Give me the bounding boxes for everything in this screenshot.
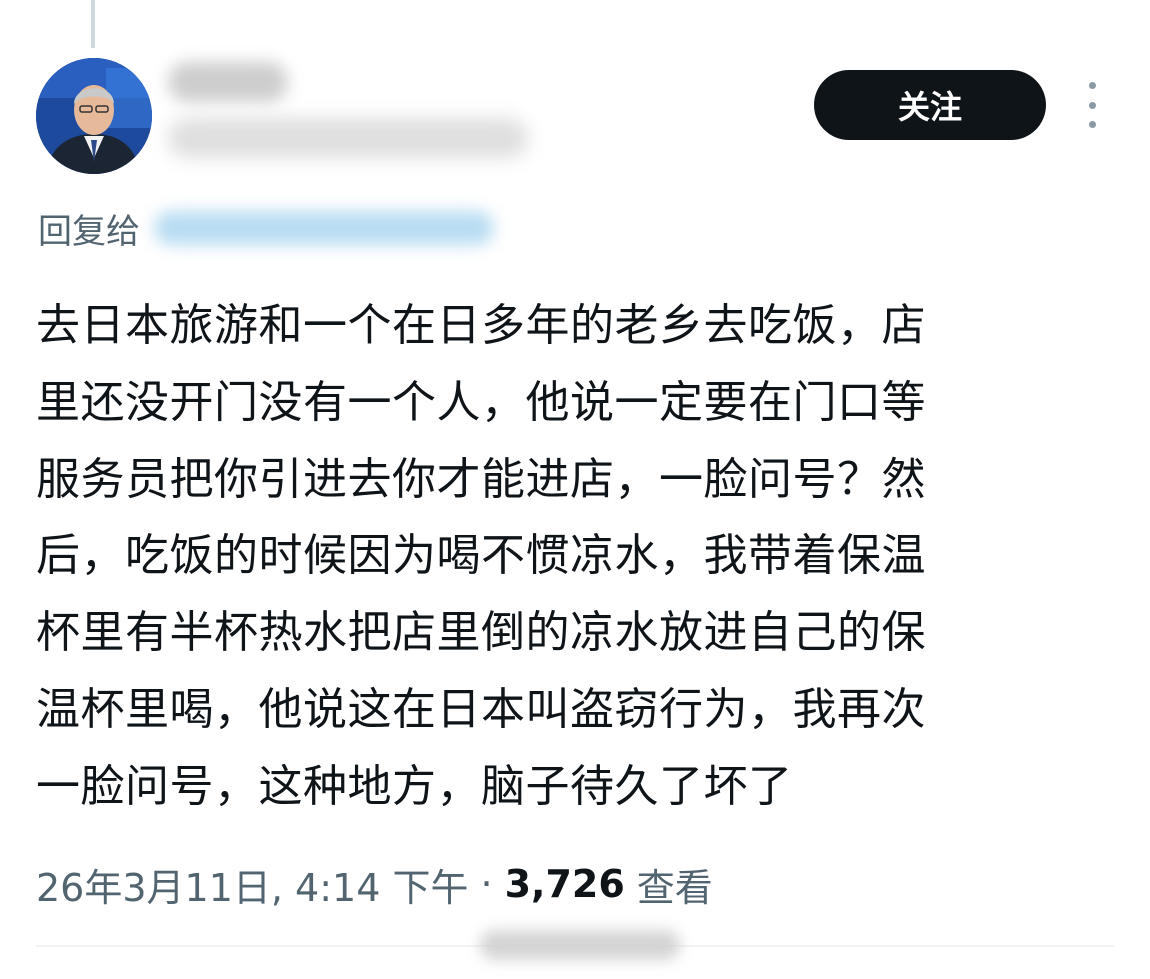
tweet-meta: 26年3月11日, 4:14 下午 · 3,726 查看 bbox=[36, 856, 713, 912]
tweet-text-line: 一脸问号，这种地方，脑子待久了坏了 bbox=[36, 760, 793, 812]
more-dot bbox=[1088, 82, 1096, 89]
more-vertical-icon[interactable] bbox=[1076, 82, 1108, 128]
tweet-text-line: 去日本旅游和一个在日多年的老乡去吃饭，店 bbox=[36, 300, 926, 351]
tweet-text-line: 里还没开门没有一个人，他说一定要在门口等 bbox=[36, 376, 926, 428]
views-label: 查看 bbox=[636, 865, 713, 910]
tweet-text-line: 温杯里喝，他说这在日本叫盗窃行为，我再次 bbox=[36, 683, 926, 735]
tweet-text-line: 服务员把你引进去你才能进店，一脸问号？然 bbox=[36, 453, 926, 505]
more-dot bbox=[1088, 101, 1096, 109]
avatar[interactable] bbox=[36, 58, 152, 174]
tweet-text-line: 后，吃饭的时候因为喝不惯凉水，我带着保温 bbox=[36, 530, 926, 582]
timestamp[interactable]: 26年3月11日, 4:14 下午 bbox=[36, 857, 468, 912]
views-count: 3,726 bbox=[504, 862, 625, 906]
tweet-text: 去日本旅游和一个在日多年的老乡去吃饭，店 里还没开门没有一个人，他说一定要在门口… bbox=[36, 288, 1112, 826]
display-name-redacted bbox=[168, 62, 288, 102]
user-handle-redacted bbox=[168, 118, 528, 158]
reply-target-redacted[interactable] bbox=[154, 211, 494, 245]
meta-separator: · bbox=[480, 862, 493, 906]
tweet-text-line: 杯里有半杯热水把店里倒的凉水放进自己的保 bbox=[36, 607, 926, 659]
more-dot bbox=[1088, 121, 1096, 128]
reply-prefix: 回复给 bbox=[38, 211, 140, 252]
watermark-redacted bbox=[480, 930, 680, 960]
thread-connector-line bbox=[91, 0, 95, 48]
follow-button[interactable]: 关注 bbox=[814, 70, 1046, 140]
reply-context: 回复给 bbox=[38, 204, 494, 252]
